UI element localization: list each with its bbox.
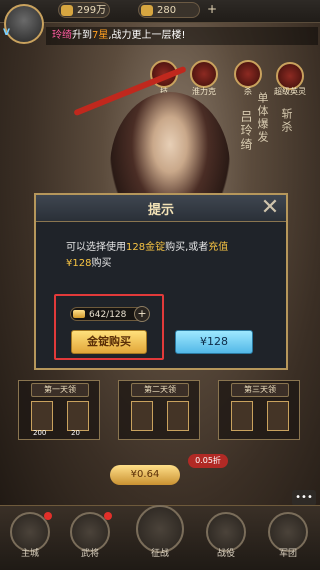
msg-part-b: 128金锭 xyxy=(126,242,166,253)
side-text-2: 斩杀 xyxy=(280,108,293,134)
ticker-text1: 升到 xyxy=(72,30,92,41)
reward-item xyxy=(31,401,53,431)
ticker-stars: 7星 xyxy=(92,30,109,41)
day-reward-2[interactable]: 第二天领 xyxy=(118,380,200,440)
dialog-header: 提示 ✕ xyxy=(36,195,286,222)
ingot-resource: 280 xyxy=(138,2,200,18)
nav-label-battle: 战役 xyxy=(216,549,235,559)
player-avatar[interactable]: V xyxy=(3,4,44,44)
nav-label-campaign: 征战 xyxy=(150,549,169,559)
reward-count: 20 xyxy=(71,429,80,437)
skill-label-4: 超级英灵 xyxy=(274,87,306,96)
day-reward-3[interactable]: 第三天领 xyxy=(218,380,300,440)
msg-part-c: 购买,或者 xyxy=(165,242,209,253)
dialog-title: 提示 xyxy=(147,203,174,218)
gold-value: 299万 xyxy=(77,5,107,16)
reward-item xyxy=(67,401,89,431)
notification-badge xyxy=(104,512,112,520)
nav-label-main-city: 主城 xyxy=(20,549,39,559)
dialog-message: 可以选择使用128金锭购买,或者充值 ¥128购买 xyxy=(66,240,276,272)
buy-with-ingots-button[interactable]: 金锭购买 xyxy=(71,330,147,354)
discount-badge: 0.05折 xyxy=(188,454,228,468)
reward-item xyxy=(131,401,153,431)
msg-part-f: 购买 xyxy=(91,258,112,269)
msg-part-a: 可以选择使用 xyxy=(66,242,126,253)
chat-icon: ••• xyxy=(295,492,313,503)
close-button[interactable]: ✕ xyxy=(258,196,282,220)
day-label-1: 第一天领 xyxy=(31,383,89,397)
close-icon: ✕ xyxy=(260,195,280,220)
add-ingots-button[interactable]: + xyxy=(134,306,150,322)
reward-item xyxy=(167,401,189,431)
gold-icon xyxy=(61,5,73,16)
ingot-value: 280 xyxy=(157,5,177,16)
nav-label-generals: 武将 xyxy=(80,549,99,559)
reward-count: 200 xyxy=(33,429,47,437)
buy-with-cash-button[interactable]: ¥128 xyxy=(175,330,253,354)
msg-part-d: 充值 xyxy=(208,242,229,253)
msg-part-e: ¥128 xyxy=(66,258,92,269)
skill-icon-3[interactable] xyxy=(234,60,262,88)
reward-item xyxy=(231,401,253,431)
price-button[interactable]: ¥0.64 xyxy=(110,465,180,485)
ingot-icon xyxy=(141,5,153,16)
announcement-ticker: 玲绮升到7星,战力更上一层楼! xyxy=(46,27,318,45)
gold-resource: 299万 xyxy=(58,2,110,18)
day-reward-1[interactable]: 第一天领 200 20 xyxy=(18,380,100,440)
day-label-2: 第二天领 xyxy=(131,383,189,397)
hero-name: 吕玲绮 xyxy=(239,110,253,152)
ingot-icon-small xyxy=(73,310,85,318)
notification-badge xyxy=(44,512,52,520)
ticker-name: 玲绮 xyxy=(52,30,72,41)
ticker-text2: ,战力更上一层楼! xyxy=(108,30,186,41)
add-ingot-button[interactable]: + xyxy=(205,2,219,16)
nav-label-legion: 军团 xyxy=(278,549,297,559)
purchase-dialog: 提示 ✕ 可以选择使用128金锭购买,或者充值 ¥128购买 642/128 +… xyxy=(34,193,288,370)
chat-button[interactable]: ••• xyxy=(292,490,316,506)
day-label-3: 第三天领 xyxy=(231,383,289,397)
vip-level: V xyxy=(3,28,10,38)
skill-icon-2[interactable] xyxy=(190,60,218,88)
reward-item xyxy=(267,401,289,431)
side-text-1: 单体爆发 xyxy=(256,92,269,144)
